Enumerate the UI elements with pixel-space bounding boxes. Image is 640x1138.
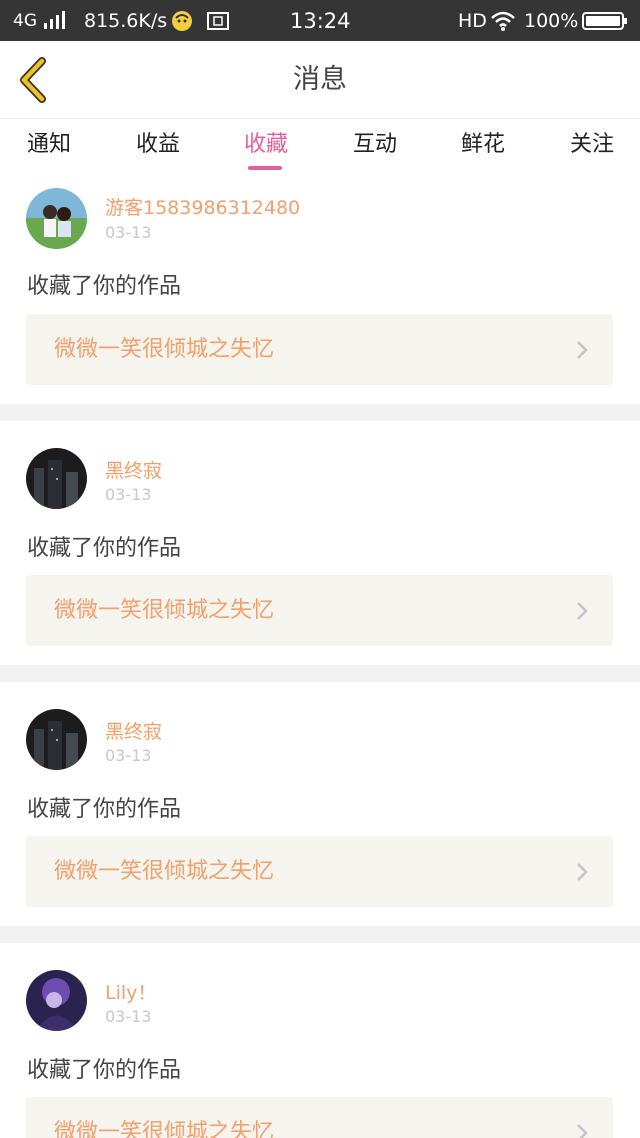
message-text: 收藏了你的作品 xyxy=(27,536,182,561)
tab-favorites[interactable]: 收藏 xyxy=(226,119,306,173)
work-title: 微微一笑很倾城之失忆 xyxy=(54,598,275,623)
message-date: 03-13 xyxy=(105,223,152,242)
wifi-icon xyxy=(490,0,518,41)
avatar[interactable] xyxy=(26,970,87,1031)
message-item: 游客1583986312480 03-13 收藏了你的作品 微微一笑很倾城之失忆 xyxy=(0,173,640,417)
message-item: 黑终寂 03-13 收藏了你的作品 微微一笑很倾城之失忆 xyxy=(0,682,640,926)
work-link[interactable]: 微微一笑很倾城之失忆 xyxy=(26,836,613,907)
clock: 13:24 xyxy=(290,8,351,33)
battery-percent: 100% xyxy=(524,9,579,32)
message-date: 03-13 xyxy=(105,1007,152,1026)
username[interactable]: 黑终寂 xyxy=(105,717,162,744)
page-title: 消息 xyxy=(293,64,347,95)
chevron-right-icon xyxy=(577,341,588,359)
network-type: 4G xyxy=(13,10,37,31)
work-title: 微微一笑很倾城之失忆 xyxy=(54,859,275,884)
top-bar: 消息 xyxy=(0,41,640,118)
tab-following[interactable]: 关注 xyxy=(552,119,632,173)
hd-indicator: HD xyxy=(458,9,487,32)
battery-icon xyxy=(582,0,628,41)
message-item: Lily！ 03-13 收藏了你的作品 微微一笑很倾城之失忆 xyxy=(0,943,640,1138)
tab-earnings[interactable]: 收益 xyxy=(118,119,198,173)
notification-app-icon xyxy=(170,0,194,41)
message-text: 收藏了你的作品 xyxy=(27,1058,182,1083)
signal-icon xyxy=(42,0,72,41)
username[interactable]: 游客1583986312480 xyxy=(105,193,300,220)
avatar[interactable] xyxy=(26,188,87,249)
chevron-right-icon xyxy=(577,863,588,881)
avatar[interactable] xyxy=(26,448,87,509)
work-title: 微微一笑很倾城之失忆 xyxy=(54,337,275,362)
message-date: 03-13 xyxy=(105,485,152,504)
message-date: 03-13 xyxy=(105,746,152,765)
work-link[interactable]: 微微一笑很倾城之失忆 xyxy=(26,575,613,646)
work-link[interactable]: 微微一笑很倾城之失忆 xyxy=(26,1097,613,1138)
chevron-right-icon xyxy=(577,602,588,620)
message-text: 收藏了你的作品 xyxy=(27,274,182,299)
username[interactable]: 黑终寂 xyxy=(105,456,162,483)
message-item: 黑终寂 03-13 收藏了你的作品 微微一笑很倾城之失忆 xyxy=(0,421,640,665)
tab-flowers[interactable]: 鲜花 xyxy=(443,119,523,173)
network-speed: 815.6K/s xyxy=(84,9,168,32)
sim-icon xyxy=(206,0,230,41)
divider xyxy=(0,926,640,943)
username[interactable]: Lily！ xyxy=(105,978,156,1005)
tab-bar: 通知 收益 收藏 互动 鲜花 关注 xyxy=(0,118,640,173)
divider xyxy=(0,665,640,682)
status-bar: 4G 815.6K/s 13:24 HD 100% xyxy=(0,0,640,41)
active-tab-indicator xyxy=(248,166,282,170)
message-text: 收藏了你的作品 xyxy=(27,797,182,822)
work-title: 微微一笑很倾城之失忆 xyxy=(54,1120,275,1138)
tab-notifications[interactable]: 通知 xyxy=(9,119,89,173)
chevron-right-icon xyxy=(577,1124,588,1138)
work-link[interactable]: 微微一笑很倾城之失忆 xyxy=(26,314,613,385)
divider xyxy=(0,404,640,421)
avatar[interactable] xyxy=(26,709,87,770)
tab-interactions[interactable]: 互动 xyxy=(335,119,415,173)
